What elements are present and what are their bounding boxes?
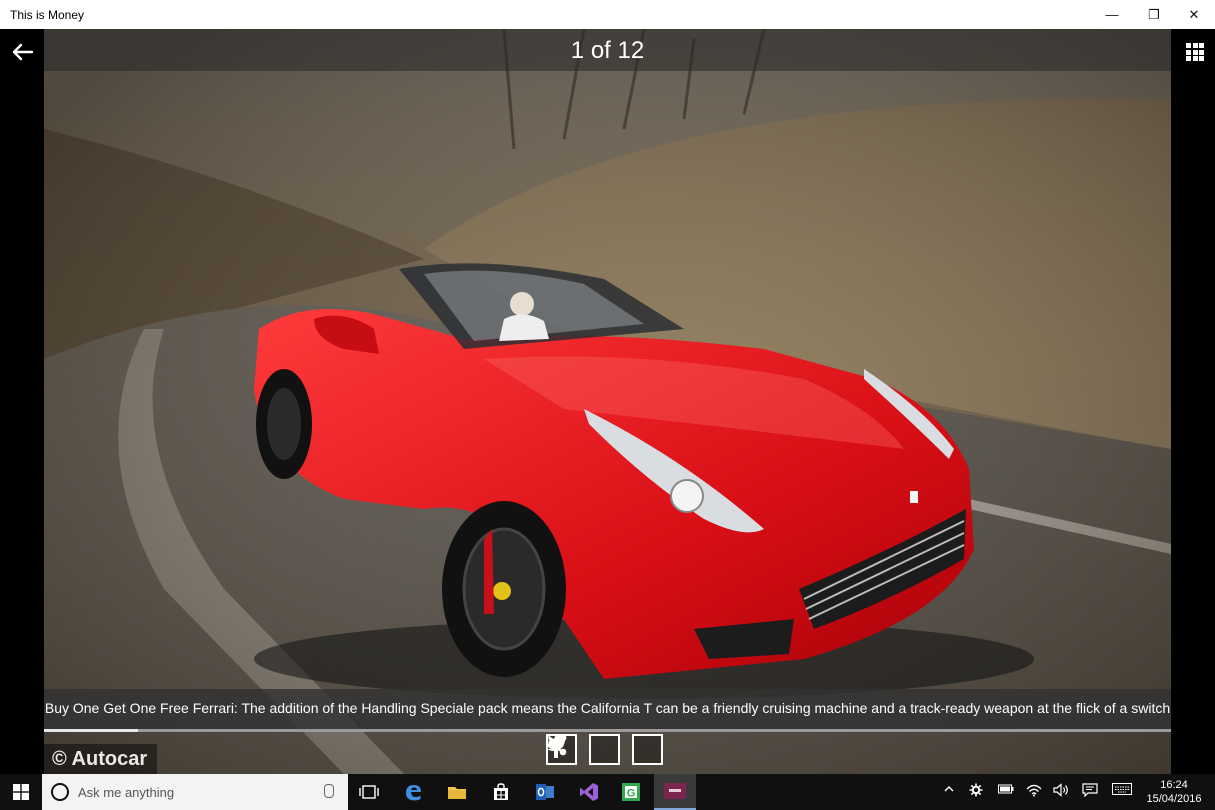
svg-text:G: G: [627, 788, 636, 800]
taskbar-clock[interactable]: 16:24 15/04/2016: [1143, 778, 1205, 806]
caption-bar: Buy One Get One Free Ferrari: The additi…: [44, 689, 1171, 729]
notification-icon: [1082, 783, 1098, 798]
edge-button[interactable]: [392, 774, 434, 810]
outlook-button[interactable]: [524, 774, 566, 810]
microphone-icon[interactable]: [324, 784, 334, 798]
image-counter: 1 of 12: [570, 37, 645, 64]
tray-gear-app[interactable]: [969, 783, 983, 800]
start-button[interactable]: [0, 774, 42, 810]
close-icon: ✕: [1188, 6, 1200, 22]
counter-bar: 1 of 12: [44, 29, 1171, 71]
search-placeholder: Ask me anything: [78, 785, 175, 800]
file-explorer-button[interactable]: [436, 774, 478, 810]
gallery-photo[interactable]: 1 of 12 Buy One Get One Free Ferrari: Th…: [44, 29, 1171, 774]
gallery-view: 1 of 12 Buy One Get One Free Ferrari: Th…: [0, 29, 1215, 774]
file-explorer-icon: [448, 787, 466, 799]
cortana-icon: [51, 783, 69, 801]
edge-icon: [406, 785, 421, 801]
share-icon: [547, 734, 567, 756]
restore-icon: ❐: [1148, 6, 1160, 22]
store-button[interactable]: [480, 774, 522, 810]
cortana-search-box[interactable]: Ask me anything: [42, 774, 348, 810]
minimize-button[interactable]: —: [1090, 0, 1134, 29]
back-arrow-icon: [12, 43, 34, 61]
close-button[interactable]: ✕: [1172, 0, 1215, 29]
gallery-progress-bar: [44, 729, 1171, 732]
task-view-button[interactable]: [348, 774, 390, 810]
volume-control[interactable]: [1053, 783, 1069, 800]
app-g-button[interactable]: G: [610, 774, 652, 810]
window-title: This is Money: [10, 8, 85, 22]
restore-button[interactable]: ❐: [1132, 0, 1176, 29]
this-is-money-icon: [664, 783, 686, 799]
outlook-icon: [536, 784, 554, 800]
visual-studio-button[interactable]: [568, 774, 610, 810]
clock-time: 16:24: [1160, 779, 1188, 791]
back-button[interactable]: [10, 41, 36, 63]
this-is-money-button[interactable]: [654, 774, 696, 810]
wifi-icon: [1026, 784, 1042, 797]
show-hidden-icons[interactable]: [943, 783, 955, 798]
keyboard-icon: [1112, 783, 1132, 795]
minimize-icon: —: [1105, 7, 1119, 22]
share-buttons: [546, 734, 663, 765]
visual-studio-icon: [580, 783, 598, 801]
thumbnail-grid-button[interactable]: [1186, 43, 1204, 61]
store-icon: [494, 783, 508, 800]
battery-icon: [998, 784, 1014, 794]
speaker-icon: [1053, 783, 1068, 797]
chevron-up-icon: [944, 786, 954, 792]
twitter-share-button[interactable]: [546, 734, 620, 765]
wifi-indicator[interactable]: [1026, 783, 1042, 800]
window-titlebar: This is Money — ❐ ✕: [0, 0, 1215, 29]
task-view-icon: [359, 785, 379, 799]
clock-date: 15/04/2016: [1146, 793, 1202, 805]
keyboard-indicator[interactable]: [1112, 783, 1132, 798]
windows-logo-icon: [13, 784, 29, 800]
photo-credit: © Autocar: [44, 744, 158, 774]
app-g-icon: G: [622, 783, 640, 801]
ferrari-photo-image: [44, 29, 1171, 774]
gear-icon: [969, 783, 983, 797]
image-caption: Buy One Get One Free Ferrari: The additi…: [44, 700, 1171, 716]
share-button[interactable]: [547, 734, 663, 765]
action-center-button[interactable]: [1082, 783, 1098, 800]
battery-indicator[interactable]: [998, 783, 1014, 798]
windows-taskbar: Ask me anything G 16:24 15/04/2016: [0, 774, 1215, 810]
gallery-progress-fill: [44, 729, 138, 732]
